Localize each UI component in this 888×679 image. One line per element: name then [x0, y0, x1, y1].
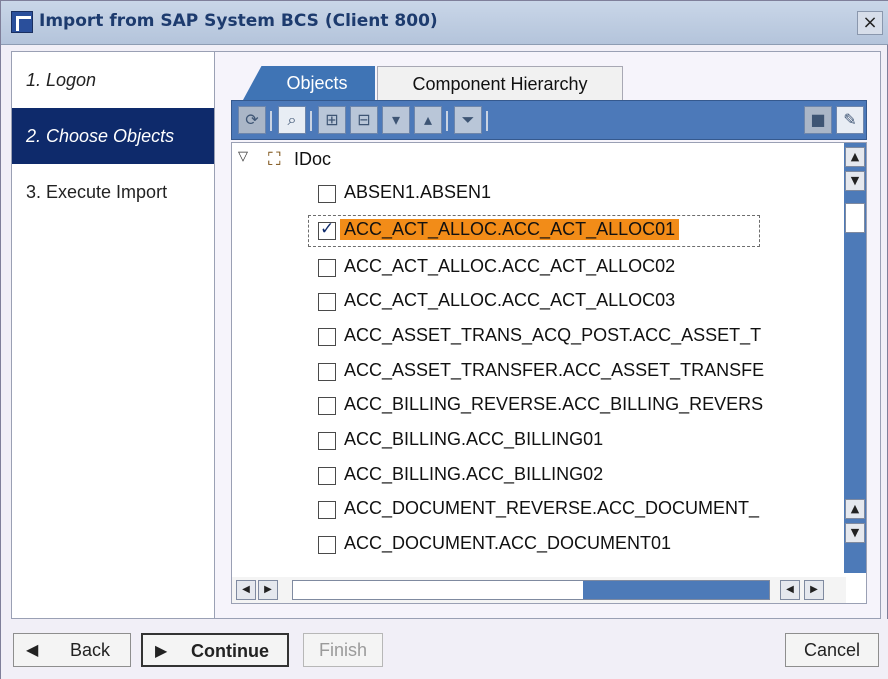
continue-label: Continue — [191, 641, 269, 661]
item-checkbox[interactable] — [318, 432, 336, 450]
scroll-right-icon[interactable]: ▶ — [258, 580, 278, 600]
move-up-button[interactable]: ▴ — [414, 106, 442, 134]
back-button[interactable]: ◀ Back — [13, 633, 131, 667]
app-icon — [11, 11, 33, 33]
collapse-all-button[interactable]: ⊟ — [350, 106, 378, 134]
item-label: ACC_ACT_ALLOC.ACC_ACT_ALLOC02 — [344, 256, 676, 276]
tree-item[interactable]: ACC_DOCUMENT_REVERSE.ACC_DOCUMENT_ — [318, 493, 858, 527]
horizontal-scroll-track[interactable] — [292, 580, 770, 600]
scroll-left-icon[interactable]: ◀ — [780, 580, 800, 600]
import-dialog: Import from SAP System BCS (Client 800) … — [0, 0, 888, 679]
select-icon: ✎ — [843, 110, 857, 129]
idoc-folder-icon: ⛶ — [268, 149, 281, 170]
item-label: ACC_DOCUMENT_REVERSE.ACC_DOCUMENT_ — [344, 498, 760, 518]
stop-button[interactable]: ■ — [804, 106, 832, 134]
object-tree: ▽ ⛶ IDoc ABSEN1.ABSEN1 ACC_ACT_ALLOC.ACC… — [231, 142, 867, 604]
tree-item[interactable]: ACC_ASSET_TRANS_ACQ_POST.ACC_ASSET_T — [318, 320, 858, 354]
item-checkbox[interactable] — [318, 185, 336, 203]
find-button[interactable]: ⌕ — [278, 106, 306, 134]
expand-all-icon: ⊞ — [325, 110, 339, 129]
scroll-up-icon[interactable]: ▲ — [845, 499, 865, 519]
item-checkbox[interactable] — [318, 467, 336, 485]
tree-item[interactable]: ACC_ACT_ALLOC.ACC_ACT_ALLOC02 — [318, 251, 858, 285]
item-checkbox[interactable] — [318, 397, 336, 415]
item-checkbox[interactable] — [318, 363, 336, 381]
horizontal-scrollbar[interactable]: ◀ ▶ ◀ ▶ — [232, 577, 846, 603]
scroll-down-icon[interactable]: ▼ — [845, 523, 865, 543]
scroll-left-icon[interactable]: ◀ — [236, 580, 256, 600]
item-checkbox[interactable] — [318, 219, 336, 240]
scroll-up-icon[interactable]: ▲ — [845, 147, 865, 167]
item-checkbox[interactable] — [318, 293, 336, 311]
move-down-icon: ▾ — [391, 110, 401, 129]
refresh-button[interactable]: ⟳ — [238, 106, 266, 134]
tree-item[interactable]: ACC_ACT_ALLOC.ACC_ACT_ALLOC03 — [318, 285, 858, 319]
move-down-button[interactable]: ▾ — [382, 106, 410, 134]
item-label: ACC_DOCUMENT.ACC_DOCUMENT01 — [344, 533, 672, 553]
toolbar-separator — [486, 111, 488, 131]
item-label: ACC_BILLING_REVERSE.ACC_BILLING_REVERS — [344, 394, 764, 414]
cancel-button[interactable]: Cancel — [785, 633, 879, 667]
vertical-scroll-thumb[interactable] — [845, 203, 865, 233]
expand-all-button[interactable]: ⊞ — [318, 106, 346, 134]
tree-item[interactable]: ACC_BILLING.ACC_BILLING02 — [318, 459, 858, 493]
item-label: ACC_BILLING.ACC_BILLING02 — [344, 464, 604, 484]
main-panel: Objects Component Hierarchy ⟳ ⌕ ⊞ ⊟ ▾ ▴ … — [215, 51, 881, 619]
toolbar-separator — [310, 111, 312, 131]
item-checkbox[interactable] — [318, 259, 336, 277]
item-checkbox[interactable] — [318, 501, 336, 519]
tab-component-hierarchy[interactable]: Component Hierarchy — [377, 66, 623, 100]
continue-arrow-icon: ▶ — [155, 641, 168, 660]
filter-icon: ⏷ — [461, 110, 475, 129]
tree-item[interactable]: ACC_BILLING.ACC_BILLING01 — [318, 424, 858, 458]
item-label: ACC_ASSET_TRANS_ACQ_POST.ACC_ASSET_T — [344, 325, 762, 345]
find-icon: ⌕ — [287, 110, 297, 129]
move-up-icon: ▴ — [423, 110, 433, 129]
item-label: ACC_BILLING.ACC_BILLING01 — [344, 429, 604, 449]
button-bar: ◀ Back ▶ Continue Finish Cancel — [1, 619, 888, 679]
filter-button[interactable]: ⏷ — [454, 106, 482, 134]
scroll-right-icon[interactable]: ▶ — [804, 580, 824, 600]
item-label: ABSEN1.ABSEN1 — [344, 182, 492, 202]
step-execute-import[interactable]: 3. Execute Import — [12, 164, 214, 220]
finish-button[interactable]: Finish — [303, 633, 383, 667]
tree-root[interactable]: ▽ ⛶ IDoc — [232, 143, 832, 177]
tree-item[interactable]: ABSEN1.ABSEN1 — [318, 177, 858, 211]
stop-icon: ■ — [810, 110, 826, 129]
back-arrow-icon: ◀ — [26, 640, 39, 659]
tree-item-selected[interactable]: ACC_ACT_ALLOC.ACC_ACT_ALLOC01 — [308, 214, 858, 248]
wizard-steps: 1. Logon 2. Choose Objects 3. Execute Im… — [11, 51, 215, 619]
item-checkbox[interactable] — [318, 536, 336, 554]
item-checkbox[interactable] — [318, 328, 336, 346]
toolbar-separator — [446, 111, 448, 131]
tree-item[interactable]: ACC_ASSET_TRANSFER.ACC_ASSET_TRANSFE — [318, 355, 858, 389]
step-choose-objects[interactable]: 2. Choose Objects — [12, 108, 214, 164]
tree-item[interactable]: ACC_DOCUMENT.ACC_DOCUMENT01 — [318, 528, 858, 562]
tree-toolbar: ⟳ ⌕ ⊞ ⊟ ▾ ▴ ⏷ ■ ✎ — [231, 100, 867, 140]
step-logon[interactable]: 1. Logon — [12, 52, 214, 108]
scroll-down-icon[interactable]: ▼ — [845, 171, 865, 191]
back-label: Back — [70, 640, 111, 660]
item-label: ACC_ACT_ALLOC.ACC_ACT_ALLOC03 — [344, 290, 676, 310]
vertical-scrollbar[interactable]: ▲ ▼ ▲ ▼ — [844, 143, 866, 573]
tree-item[interactable]: ACC_BILLING_REVERSE.ACC_BILLING_REVERS — [318, 389, 858, 423]
title-bar[interactable]: Import from SAP System BCS (Client 800) … — [1, 1, 888, 45]
collapse-all-icon: ⊟ — [357, 110, 371, 129]
toolbar-separator — [270, 111, 272, 131]
expand-triangle-icon[interactable]: ▽ — [238, 149, 248, 164]
close-button[interactable]: × — [857, 11, 883, 35]
refresh-icon: ⟳ — [245, 110, 259, 129]
window-title: Import from SAP System BCS (Client 800) — [39, 11, 438, 31]
tree-root-label: IDoc — [294, 149, 332, 169]
tab-objects[interactable]: Objects — [243, 66, 375, 100]
horizontal-scroll-thumb[interactable] — [293, 581, 583, 599]
select-button[interactable]: ✎ — [836, 106, 864, 134]
item-label: ACC_ACT_ALLOC.ACC_ACT_ALLOC01 — [340, 219, 680, 240]
continue-button[interactable]: ▶ Continue — [141, 633, 289, 667]
item-label: ACC_ASSET_TRANSFER.ACC_ASSET_TRANSFE — [344, 360, 765, 380]
